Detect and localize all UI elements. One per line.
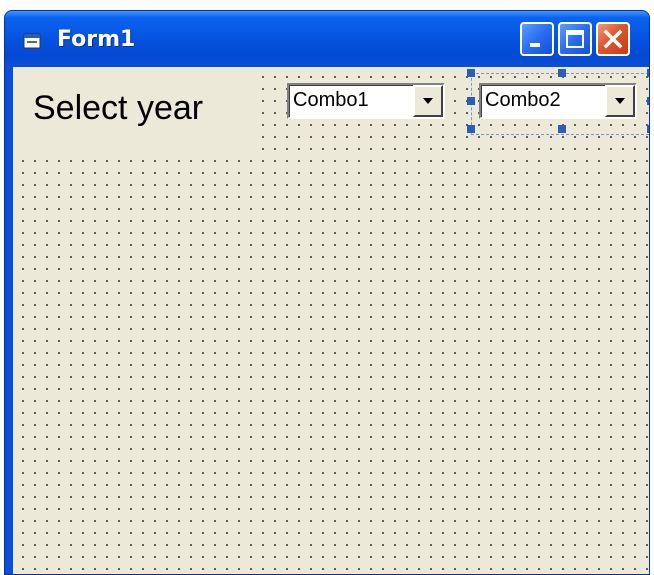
maximize-button[interactable] [558,22,592,56]
chevron-down-icon [423,98,433,104]
label-control[interactable]: Select year [13,67,261,153]
resize-handle-bottom-left[interactable] [467,125,475,133]
resize-handle-bottom-middle[interactable] [558,125,566,133]
combo1-dropdown[interactable]: Combo1 [287,83,445,119]
resize-handle-top-left[interactable] [467,69,475,77]
form-icon [23,33,41,49]
combo1-dropdown-button[interactable] [413,85,443,117]
combo2-value: Combo2 [485,89,561,111]
resize-handle-middle-left[interactable] [467,97,475,105]
form-design-surface[interactable]: Select year Combo1 Combo2 [13,67,649,574]
form-window: Form1 Select year Combo1 Combo2 [4,10,650,575]
resize-handle-middle-right[interactable] [647,97,649,105]
minimize-button[interactable] [520,22,554,56]
window-title: Form1 [57,27,136,52]
resize-handle-bottom-right[interactable] [647,125,649,133]
chevron-down-icon [615,98,625,104]
minimize-icon [530,43,540,47]
resize-handle-top-right[interactable] [647,69,649,77]
maximize-icon [566,30,584,48]
title-bar[interactable]: Form1 [5,11,649,67]
select-year-label: Select year [33,89,204,127]
close-icon [603,29,623,49]
combo2-dropdown[interactable]: Combo2 [479,83,637,119]
resize-handle-top-middle[interactable] [558,69,566,77]
combo2-dropdown-button[interactable] [605,85,635,117]
combo1-value: Combo1 [293,89,369,111]
close-button[interactable] [596,22,630,56]
